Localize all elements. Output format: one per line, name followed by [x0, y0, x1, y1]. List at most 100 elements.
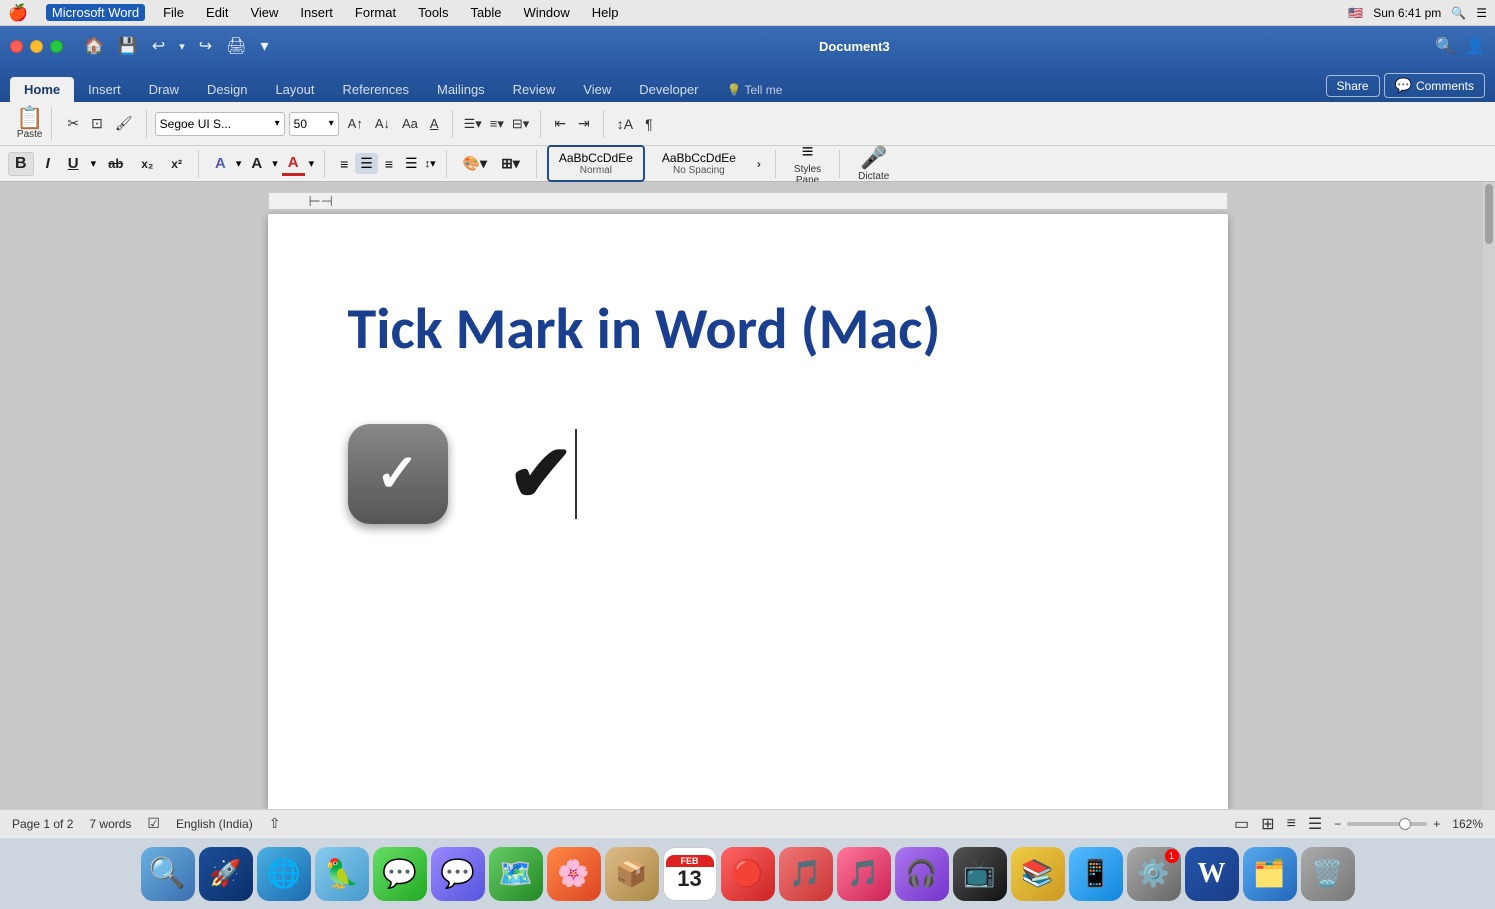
dock-notes[interactable]: 📦	[605, 847, 659, 901]
view-read-icon[interactable]: ☰	[1308, 814, 1322, 834]
dock-books[interactable]: 📚	[1011, 847, 1065, 901]
dock-word[interactable]: W	[1185, 847, 1239, 901]
text-checkmark-area[interactable]: ✔	[508, 429, 577, 519]
dock-safari[interactable]: 🌐	[257, 847, 311, 901]
copy-button[interactable]: ⊡	[86, 113, 108, 134]
menu-help[interactable]: Help	[588, 5, 623, 20]
fullscreen-button[interactable]	[50, 40, 63, 53]
close-button[interactable]	[10, 40, 23, 53]
menu-microsoft-word[interactable]: Microsoft Word	[46, 4, 145, 21]
print-icon[interactable]: 🖨	[221, 34, 251, 58]
dock-music[interactable]: 🎵	[837, 847, 891, 901]
align-center-button[interactable]: ☰	[355, 153, 378, 174]
align-left-button[interactable]: ≡	[335, 154, 353, 174]
dock-messenger[interactable]: 💬	[431, 847, 485, 901]
document-page[interactable]: Tick Mark in Word (Mac) ✓ ✔	[268, 214, 1228, 809]
menu-edit[interactable]: Edit	[202, 5, 232, 20]
zoom-track[interactable]	[1347, 822, 1427, 826]
italic-button[interactable]: I	[40, 153, 56, 174]
zoom-slider[interactable]: − +	[1334, 817, 1440, 831]
format-painter-button[interactable]: 🖌	[110, 113, 138, 134]
dock-calendar[interactable]: FEB 13	[663, 847, 717, 901]
menu-insert[interactable]: Insert	[296, 5, 337, 20]
highlight-button[interactable]: A	[245, 153, 268, 174]
underline-dropdown[interactable]: ▾	[91, 157, 97, 170]
highlight-dropdown[interactable]: ▾	[272, 157, 278, 170]
font-color-button[interactable]: A	[282, 152, 305, 176]
tab-references[interactable]: References	[329, 77, 423, 102]
menu-options-icon[interactable]: ☰	[1476, 6, 1487, 20]
borders-button[interactable]: ⊞▾	[495, 153, 526, 174]
style-no-spacing[interactable]: AaBbCcDdEe No Spacing	[651, 146, 747, 181]
tab-mailings[interactable]: Mailings	[423, 77, 499, 102]
styles-pane-button[interactable]: ≡ StylesPane	[786, 139, 829, 188]
dock-files[interactable]: 🗂️	[1243, 847, 1297, 901]
dock-podcasts[interactable]: 🎧	[895, 847, 949, 901]
tab-view[interactable]: View	[569, 77, 625, 102]
shading-button[interactable]: 🎨▾	[457, 153, 493, 174]
menu-search-icon[interactable]: 🔍	[1451, 6, 1466, 20]
paste-area[interactable]: 📋 Paste	[8, 107, 52, 140]
font-size-selector[interactable]: 50 ▾	[289, 112, 339, 136]
minimize-button[interactable]	[30, 40, 43, 53]
style-normal[interactable]: AaBbCcDdEe Normal	[547, 145, 645, 182]
dock-messages[interactable]: 💬	[373, 847, 427, 901]
dock-maps[interactable]: 🗺️	[489, 847, 543, 901]
upload-icon[interactable]: ⇧	[269, 815, 281, 832]
font-color-dropdown[interactable]: ▾	[309, 157, 315, 170]
indent-increase-button[interactable]: ⇥	[573, 113, 595, 134]
change-case-button[interactable]: Aa	[397, 114, 423, 133]
tab-insert[interactable]: Insert	[74, 77, 135, 102]
align-right-button[interactable]: ≡	[380, 154, 398, 174]
zoom-in-button[interactable]: +	[1433, 817, 1440, 831]
proofread-icon[interactable]: ☑	[147, 815, 160, 832]
tab-design[interactable]: Design	[193, 77, 261, 102]
text-effects-button[interactable]: A	[209, 153, 232, 174]
multilevel-button[interactable]: ⊟▾	[509, 114, 532, 134]
strikethrough-button[interactable]: ab	[102, 154, 129, 173]
font-selector[interactable]: Segoe UI S... ▾	[155, 112, 285, 136]
tab-developer[interactable]: Developer	[625, 77, 712, 102]
tab-draw[interactable]: Draw	[135, 77, 193, 102]
comments-button[interactable]: 💬 Comments	[1384, 73, 1485, 98]
customize-icon[interactable]: ▾	[256, 34, 274, 58]
menu-table[interactable]: Table	[466, 5, 505, 20]
dock-appletv[interactable]: 📺	[953, 847, 1007, 901]
align-justify-button[interactable]: ☰	[400, 153, 423, 174]
text-effects-dropdown[interactable]: ▾	[236, 157, 242, 170]
dictate-button[interactable]: 🎤 Dictate	[850, 143, 897, 184]
show-formatting-button[interactable]: ¶	[640, 114, 658, 134]
share-button[interactable]: Share	[1326, 75, 1380, 97]
tab-review[interactable]: Review	[499, 77, 570, 102]
undo-dropdown[interactable]: ▾	[174, 38, 190, 55]
dock-bird[interactable]: 🦜	[315, 847, 369, 901]
superscript-button[interactable]: x²	[165, 155, 188, 173]
underline-button[interactable]: U	[62, 153, 85, 174]
scrollbar[interactable]	[1483, 182, 1495, 809]
dock-systemprefs[interactable]: ⚙️ 1	[1127, 847, 1181, 901]
menu-window[interactable]: Window	[520, 5, 574, 20]
dock-trash[interactable]: 🗑️	[1301, 847, 1355, 901]
menu-format[interactable]: Format	[351, 5, 400, 20]
menu-file[interactable]: File	[159, 5, 188, 20]
account-icon[interactable]: 👤	[1465, 36, 1485, 56]
view-outline-icon[interactable]: ≡	[1287, 815, 1296, 833]
search-title-icon[interactable]: 🔍	[1435, 36, 1455, 56]
zoom-out-button[interactable]: −	[1334, 817, 1341, 831]
zoom-thumb[interactable]	[1399, 818, 1411, 830]
menu-tools[interactable]: Tools	[414, 5, 452, 20]
indent-decrease-button[interactable]: ⇤	[549, 113, 571, 134]
cut-button[interactable]: ✂	[62, 113, 84, 134]
menu-view[interactable]: View	[246, 5, 282, 20]
line-spacing-button[interactable]: ↕▾	[425, 157, 436, 170]
bullets-button[interactable]: ☰▾	[461, 114, 485, 134]
font-shrink-button[interactable]: A↓	[370, 114, 395, 133]
tell-me-field[interactable]: 💡 Tell me	[713, 78, 797, 102]
subscript-button[interactable]: x₂	[135, 155, 159, 173]
dock-appstore[interactable]: 📱	[1069, 847, 1123, 901]
dock-reminders[interactable]: 🔴	[721, 847, 775, 901]
dock-files2[interactable]: 🎵	[779, 847, 833, 901]
scrollbar-thumb[interactable]	[1485, 184, 1493, 244]
styles-more-button[interactable]: ›	[753, 155, 765, 173]
tab-layout[interactable]: Layout	[261, 77, 328, 102]
